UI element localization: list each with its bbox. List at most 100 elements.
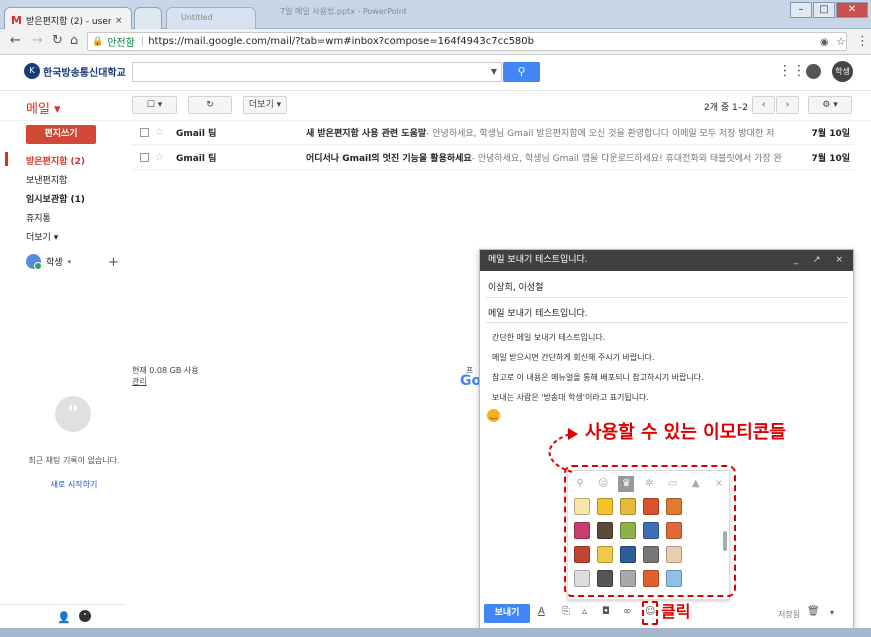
divider	[0, 604, 124, 605]
inserted-emoji-icon: ‿	[487, 409, 500, 422]
mail-row[interactable]: ☆ Gmail 팀 어디서나 Gmail의 멋진 기능을 활용하세요 - 안녕하…	[132, 146, 854, 170]
divider: |	[140, 36, 145, 47]
more-options-icon[interactable]: ▾	[830, 608, 834, 617]
select-checkbox-dropdown[interactable]: ☐ ▾	[132, 96, 177, 114]
saved-status: 저장됨	[778, 610, 801, 619]
prev-page-button[interactable]: ‹	[752, 96, 775, 114]
eye-icon[interactable]: ◉	[820, 36, 829, 50]
google-logo: Go	[460, 373, 482, 389]
drive-icon[interactable]: ▵	[582, 606, 587, 617]
chevron-right-icon: ›	[785, 100, 790, 110]
sidebar-item-drafts[interactable]: 임시보관함 (1)	[26, 192, 85, 205]
star-icon[interactable]: ☆	[155, 152, 164, 163]
send-button[interactable]: 보내기	[484, 604, 530, 623]
chat-start-link[interactable]: 새로 시작하기	[24, 479, 124, 490]
sidebar-item-inbox[interactable]: 받은편지함 (2)	[26, 154, 85, 167]
close-window-button[interactable]: ✕	[836, 2, 868, 18]
tab-title: 받은편지함 (2) - user@k	[25, 17, 111, 27]
to-field[interactable]: 이상희, 이성철	[488, 280, 543, 293]
mail-subject: 어디서나 Gmail의 멋진 기능을 활용하세요	[305, 154, 472, 164]
divider	[486, 322, 848, 323]
pager-text: 2개 중 1–2	[704, 103, 748, 113]
search-button[interactable]: ⚲	[503, 62, 540, 82]
university-logo[interactable]: K 한국방송통신대학교	[24, 63, 126, 79]
insert-link-icon[interactable]: ∞	[623, 606, 631, 617]
person-icon[interactable]: 👤	[57, 611, 71, 624]
mail-snippet: - 안녕하세요, 학생님 Gmail 받은편지함에 오신 것을 환영합니다 이메…	[426, 129, 775, 139]
manage-link[interactable]: 관리	[132, 376, 147, 387]
add-icon[interactable]: +	[108, 255, 119, 270]
close-icon[interactable]: ×	[115, 16, 123, 26]
sidebar-item-more[interactable]: 더보기 ▾	[26, 230, 58, 243]
body-line[interactable]: 참고로 이 내용은 메뉴얼을 통해 배포되니 참고하시기 바랍니다.	[492, 372, 704, 383]
url-field[interactable]: 🔒 안전함 | https://mail.google.com/mail/?ta…	[87, 32, 847, 51]
user-avatar-icon	[26, 254, 42, 270]
forward-arrow-icon[interactable]: →	[32, 34, 43, 48]
search-input[interactable]: ▼	[132, 62, 502, 82]
logo-text: 한국방송통신대학교	[43, 67, 126, 79]
tab-background[interactable]: Untitled	[166, 7, 256, 29]
body-line[interactable]: 간단한 메일 보내기 테스트입니다.	[492, 332, 605, 343]
star-bookmark-icon[interactable]: ☆	[836, 35, 846, 49]
chevron-down-icon[interactable]: ▼	[491, 67, 497, 76]
window-title: 7일 메일 사용법.pptx - PowerPoint	[280, 7, 407, 16]
more-button[interactable]: 더보기 ▾	[243, 96, 287, 114]
minimize-button[interactable]: –	[790, 2, 812, 18]
mail-sender: Gmail 팀	[175, 129, 217, 139]
compose-title: 메일 보내기 테스트입니다.	[488, 255, 588, 265]
secure-label: 안전함	[107, 38, 135, 49]
lock-icon: 🔒	[92, 36, 104, 47]
chevron-down-icon: ▾	[67, 257, 72, 266]
user-label: 학생	[46, 258, 63, 268]
trash-icon[interactable]: 🗑	[807, 606, 820, 617]
window-bottom-edge	[0, 628, 871, 637]
emoji-button-highlight	[642, 601, 658, 625]
body-line[interactable]: 메일 받으시면 간단하게 회신해 주시기 바랍니다.	[492, 352, 654, 363]
gmail-m-icon: M	[11, 14, 22, 27]
settings-button[interactable]: ⚙ ▾	[808, 96, 852, 114]
apps-grid-icon[interactable]: ⋮⋮	[778, 63, 806, 79]
storage-usage: 현재 0.08 GB 사용	[132, 366, 199, 375]
url-text: https://mail.google.com/mail/?tab=wm#inb…	[148, 36, 535, 47]
body-line[interactable]: 보내는 사람은 '방송대 학생'이라고 표기됩니다.	[492, 392, 649, 403]
subject-field[interactable]: 메일 보내기 테스트입니다.	[488, 306, 588, 319]
mail-dropdown[interactable]: 메일 ▾	[26, 98, 61, 117]
divider	[486, 297, 848, 298]
sidebar-item-sent[interactable]: 보낸편지함	[26, 173, 67, 186]
divider	[0, 90, 871, 91]
back-arrow-icon[interactable]: ←	[10, 34, 21, 48]
mail-row[interactable]: ☆ Gmail 팀 새 받은편지함 사용 관련 도움말 - 안녕하세요, 학생님…	[132, 121, 854, 145]
hangouts-user[interactable]: 학생 ▾	[26, 254, 72, 270]
attach-icon[interactable]: ⎘	[562, 606, 570, 617]
logo-emblem-icon: K	[24, 63, 40, 79]
star-icon[interactable]: ☆	[155, 127, 164, 138]
hangouts-icon[interactable]: "	[79, 610, 91, 622]
mail-subject: 새 받은편지함 사용 관련 도움말	[305, 129, 427, 139]
row-checkbox[interactable]	[140, 128, 149, 137]
tab-inbox[interactable]: M 받은편지함 (2) - user@k ×	[4, 7, 132, 29]
compose-button[interactable]: 편지쓰기	[26, 125, 96, 144]
chat-empty-text: 최근 채팅 기록이 없습니다.	[28, 456, 120, 465]
avatar[interactable]: 학생	[832, 61, 853, 82]
sidebar-item-trash[interactable]: 휴지통	[26, 211, 51, 224]
insert-photo-icon[interactable]: ◘	[602, 606, 610, 617]
window-title-bar: M 받은편지함 (2) - user@k × Untitled 7일 메일 사용…	[0, 0, 871, 29]
reload-icon[interactable]: ↻	[52, 34, 63, 48]
notification-bell-icon[interactable]	[806, 64, 821, 79]
formatting-icon[interactable]: A	[538, 606, 545, 617]
row-checkbox[interactable]	[140, 153, 149, 162]
maximize-button[interactable]: □	[813, 2, 835, 18]
chevron-left-icon: ‹	[761, 100, 766, 110]
next-page-button[interactable]: ›	[776, 96, 799, 114]
refresh-icon: ↻	[206, 100, 214, 110]
compose-window-controls[interactable]: _ ↗ ×	[794, 250, 849, 271]
search-icon: ⚲	[517, 65, 526, 78]
address-bar-row: ← → ↻ ⌂ 🔒 안전함 | https://mail.google.com/…	[0, 29, 871, 55]
menu-dots-icon[interactable]: ⋮	[856, 35, 869, 49]
gear-icon: ⚙ ▾	[822, 100, 838, 110]
click-annotation: 클릭	[661, 602, 691, 621]
home-icon[interactable]: ⌂	[70, 34, 78, 48]
new-tab-button[interactable]	[134, 7, 162, 29]
emoticons-annotation: 사용할 수 있는 이모티콘들	[585, 422, 786, 443]
refresh-button[interactable]: ↻	[188, 96, 232, 114]
